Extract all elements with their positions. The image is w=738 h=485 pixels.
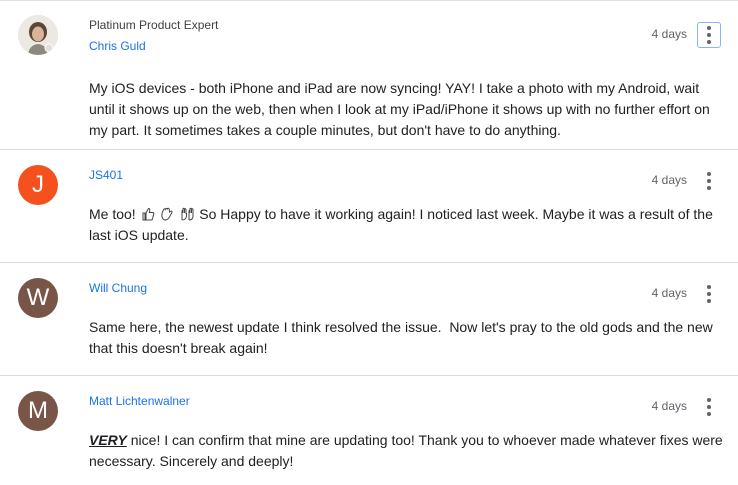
more-vert-icon-dot — [707, 292, 711, 296]
clapping-hands-icon — [161, 207, 174, 221]
reply-body: My iOS devices - both iPhone and iPad ar… — [89, 80, 710, 138]
author-name-link[interactable]: Chris Guld — [89, 39, 146, 53]
more-vert-icon — [707, 172, 711, 176]
timestamp: 4 days — [651, 286, 687, 300]
avatar[interactable]: M — [18, 391, 58, 431]
more-vert-icon-dot — [707, 40, 711, 44]
timestamp: 4 days — [651, 173, 687, 187]
more-vert-icon — [707, 398, 711, 402]
more-options-button[interactable] — [697, 22, 721, 48]
reply-thread: Platinum Product Expert Chris Guld 4 day… — [0, 0, 738, 485]
emphasis-text: VERY — [89, 432, 127, 448]
timestamp: 4 days — [651, 399, 687, 413]
avatar[interactable] — [18, 15, 58, 55]
profile-photo-icon — [18, 15, 58, 55]
avatar[interactable]: J — [18, 165, 58, 205]
reply-item: J JS401 4 days Me too! So Happy to have … — [0, 150, 738, 263]
timestamp: 4 days — [651, 27, 687, 41]
author-name-link[interactable]: Will Chung — [89, 281, 147, 295]
author-name-link[interactable]: JS401 — [89, 168, 123, 182]
reply-item: Platinum Product Expert Chris Guld 4 day… — [0, 1, 738, 150]
raised-hands-icon — [181, 207, 194, 221]
reply-body-text: Me too! — [89, 206, 136, 222]
more-vert-icon-dot — [707, 299, 711, 303]
reply-body: Me too! So Happy to have it working agai… — [89, 204, 725, 246]
more-vert-icon-dot — [707, 179, 711, 183]
avatar[interactable]: W — [18, 278, 58, 318]
more-vert-icon-dot — [707, 186, 711, 190]
more-options-button[interactable] — [697, 394, 721, 420]
more-vert-icon-dot — [707, 405, 711, 409]
reply-body-text: nice! I can confirm that mine are updati… — [89, 432, 727, 469]
reply-body: Same here, the newest update I think res… — [89, 319, 717, 356]
author-role: Platinum Product Expert — [89, 18, 219, 32]
reply-item: W Will Chung 4 days Same here, the newes… — [0, 263, 738, 376]
more-options-button[interactable] — [697, 168, 721, 194]
more-vert-icon-dot — [707, 33, 711, 37]
thumbs-up-icon — [142, 207, 154, 221]
author-name-link[interactable]: Matt Lichtenwalner — [89, 394, 190, 408]
more-vert-icon — [707, 26, 711, 30]
reply-item: M Matt Lichtenwalner 4 days VERY nice! I… — [0, 376, 738, 484]
more-vert-icon-dot — [707, 412, 711, 416]
more-options-button[interactable] — [697, 281, 721, 307]
more-vert-icon — [707, 285, 711, 289]
reply-body: VERY nice! I can confirm that mine are u… — [89, 430, 725, 472]
